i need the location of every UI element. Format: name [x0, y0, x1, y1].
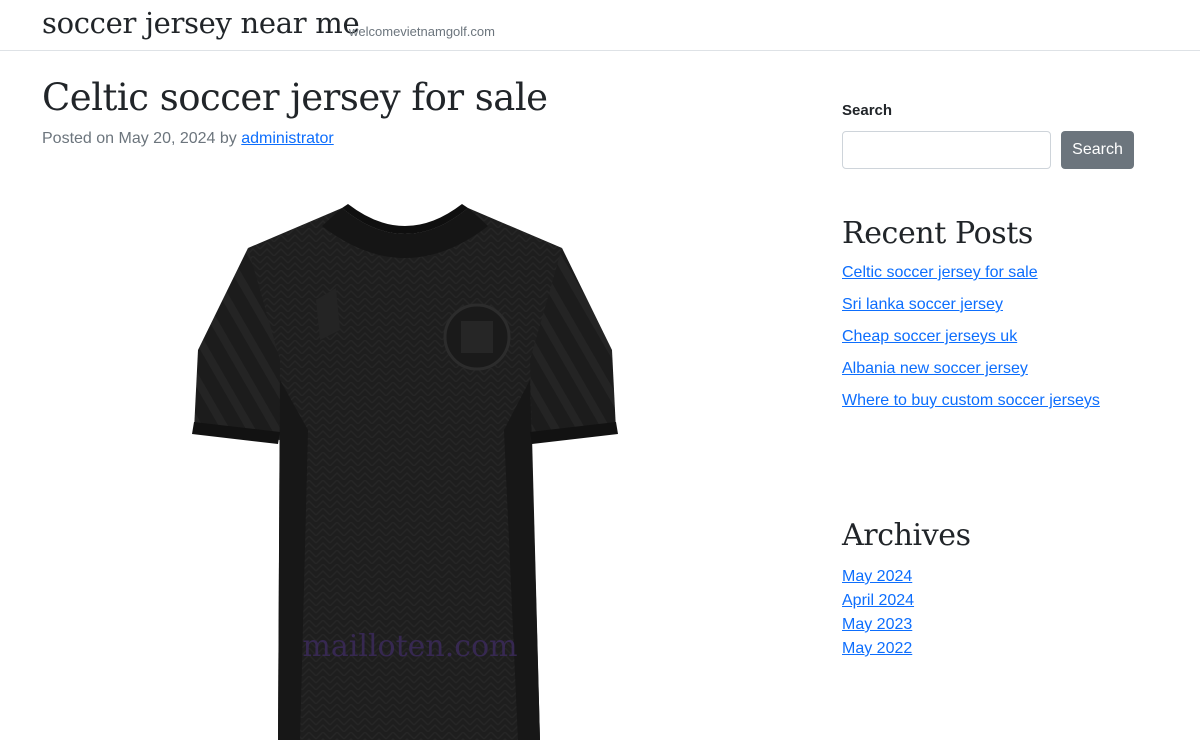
list-item: April 2024	[842, 592, 914, 616]
search-label: Search	[842, 102, 893, 119]
archive-link[interactable]: May 2023	[842, 616, 912, 633]
list-item: Celtic soccer jersey for sale	[842, 264, 1100, 296]
site-description: welcomevietnamgolf.com	[349, 24, 495, 39]
list-item: Albania new soccer jersey	[842, 360, 1100, 392]
list-item: Where to buy custom soccer jerseys	[842, 392, 1100, 424]
recent-post-link[interactable]: Albania new soccer jersey	[842, 360, 1028, 377]
archives-list: May 2024 April 2024 May 2023 May 2022	[842, 568, 914, 664]
archive-link[interactable]: May 2022	[842, 640, 912, 657]
watermark-text: mailloten.com	[302, 629, 517, 664]
site-header: soccer jersey near me welcomevietnamgolf…	[0, 0, 1200, 51]
post-meta: Posted on May 20, 2024 by administrator	[42, 130, 334, 148]
recent-post-link[interactable]: Sri lanka soccer jersey	[842, 296, 1003, 313]
recent-post-link[interactable]: Cheap soccer jerseys uk	[842, 328, 1017, 345]
archive-link[interactable]: May 2024	[842, 568, 912, 585]
search-button[interactable]: Search	[1061, 131, 1134, 169]
archive-link[interactable]: April 2024	[842, 592, 914, 609]
recent-post-link[interactable]: Celtic soccer jersey for sale	[842, 264, 1038, 281]
search-input[interactable]	[842, 131, 1051, 169]
archives-title: Archives	[842, 518, 971, 553]
post-title: Celtic soccer jersey for sale	[42, 76, 548, 119]
list-item: May 2023	[842, 616, 914, 640]
recent-post-link[interactable]: Where to buy custom soccer jerseys	[842, 392, 1100, 409]
recent-posts-title: Recent Posts	[842, 216, 1033, 251]
jersey-image: mailloten.com	[190, 200, 620, 740]
list-item: May 2022	[842, 640, 914, 664]
jersey-illustration: mailloten.com	[192, 204, 618, 740]
site-title-link[interactable]: soccer jersey near me	[42, 6, 360, 40]
list-item: Cheap soccer jerseys uk	[842, 328, 1100, 360]
list-item: Sri lanka soccer jersey	[842, 296, 1100, 328]
recent-posts-list: Celtic soccer jersey for sale Sri lanka …	[842, 264, 1100, 424]
post-date-text: Posted on May 20, 2024 by	[42, 130, 242, 147]
list-item: May 2024	[842, 568, 914, 592]
author-link[interactable]: administrator	[241, 130, 333, 147]
